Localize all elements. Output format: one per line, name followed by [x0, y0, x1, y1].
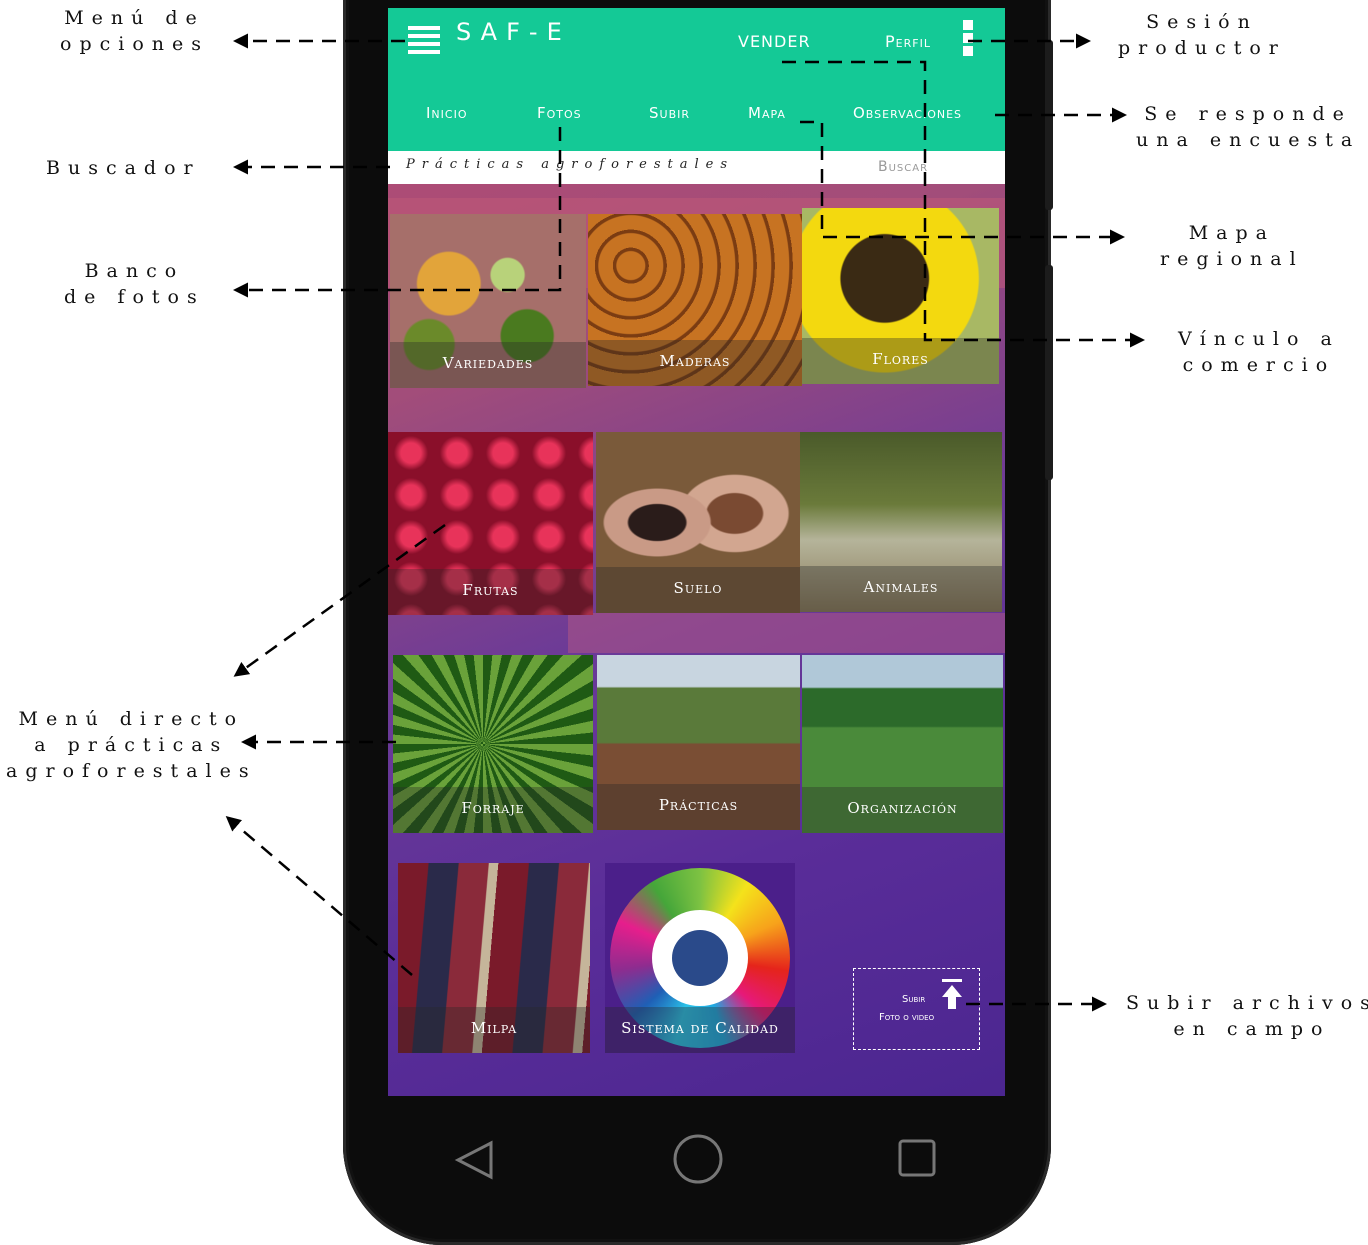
annotation-menu-options: Menú de opciones — [60, 7, 209, 55]
tile-forraje[interactable]: Forraje — [393, 655, 593, 833]
android-navigation-bar — [454, 1134, 936, 1184]
annotation-commerce-link: Vínculo a comercio — [1178, 328, 1340, 376]
tab-fotos[interactable]: Fotos — [537, 104, 582, 122]
tile-label: Variedades — [390, 342, 586, 388]
tab-subir[interactable]: Subir — [649, 104, 690, 122]
upload-photo-video-button[interactable]: Subir Foto o video — [853, 968, 980, 1050]
tile-label: Sistema de Calidad — [605, 1007, 795, 1053]
annotation-upload: Subir archivos en campo — [1126, 992, 1368, 1040]
tile-label: Frutas — [388, 569, 593, 615]
phone-side-button — [1045, 265, 1053, 480]
annotation-survey: Se responde una encuesta — [1136, 103, 1361, 151]
tile-practicas[interactable]: Prácticas — [597, 655, 800, 830]
upload-arrow-icon — [942, 979, 962, 1009]
tab-observaciones[interactable]: Observaciones — [853, 104, 962, 122]
app-screen: SAF-E VENDER Perfil Inicio Fotos Subir M… — [388, 8, 1005, 1096]
profile-link[interactable]: Perfil — [885, 32, 931, 51]
tile-flores[interactable]: Flores — [802, 208, 999, 384]
tile-animales[interactable]: Animales — [800, 432, 1002, 612]
tab-inicio[interactable]: Inicio — [426, 104, 467, 122]
tile-label: Suelo — [596, 567, 800, 613]
tile-label: Animales — [800, 566, 1002, 612]
annotation-photo-bank: Banco de fotos — [64, 260, 205, 308]
upload-label: Subir — [902, 994, 926, 1005]
tile-variedades[interactable]: Variedades — [390, 214, 586, 388]
upload-sublabel: Foto o video — [879, 1012, 935, 1023]
tile-label: Forraje — [393, 787, 593, 833]
search-button[interactable]: Buscar — [878, 159, 928, 175]
phone-side-button — [1045, 40, 1053, 210]
tile-organizacion[interactable]: Organización — [802, 655, 1003, 833]
tile-frutas[interactable]: Frutas — [388, 432, 593, 615]
search-bar[interactable]: Prácticas agroforestales Buscar — [388, 151, 1005, 184]
tile-sistema-calidad[interactable]: Sistema de Calidad — [605, 863, 795, 1053]
tile-label: Prácticas — [597, 784, 800, 830]
annotation-direct-menu: Menú directo a prácticas agroforestales — [6, 708, 257, 782]
back-icon[interactable] — [454, 1140, 493, 1180]
tile-milpa[interactable]: Milpa — [398, 863, 590, 1053]
search-input[interactable]: Prácticas agroforestales — [406, 157, 734, 172]
app-brand: SAF-E — [456, 18, 571, 46]
tile-maderas[interactable]: Maderas — [588, 214, 802, 386]
annotation-regional-map: Mapa regional — [1160, 222, 1304, 270]
recent-apps-icon[interactable] — [898, 1139, 936, 1177]
annotation-producer-session: Sesión productor — [1118, 11, 1286, 59]
hamburger-menu-icon[interactable] — [408, 26, 440, 54]
tile-label: Maderas — [588, 340, 802, 386]
more-options-icon[interactable] — [963, 20, 973, 60]
tab-mapa[interactable]: Mapa — [748, 104, 786, 122]
tile-label: Milpa — [398, 1007, 590, 1053]
tile-suelo[interactable]: Suelo — [596, 432, 800, 613]
tile-label: Organización — [802, 787, 1003, 833]
app-bar: SAF-E VENDER Perfil Inicio Fotos Subir M… — [388, 8, 1005, 151]
annotation-search: Buscador — [46, 157, 201, 179]
sell-link[interactable]: VENDER — [738, 32, 811, 51]
tile-label: Flores — [802, 338, 999, 384]
home-icon[interactable] — [673, 1134, 723, 1184]
